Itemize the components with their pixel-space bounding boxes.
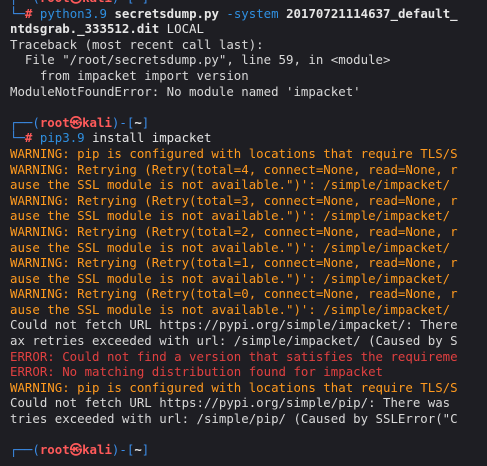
warning-line: ause the SSL module is not available.")'…: [10, 177, 458, 193]
terminal-window[interactable]: ┌──(root㉿kali)-[~] └─# python3.9 secrets…: [0, 0, 487, 466]
command-line: └─# python3.9 secretsdump.py -system 201…: [10, 5, 458, 21]
command-name: python3.9: [39, 5, 107, 21]
error-line: ERROR: Could not find a version that sat…: [10, 348, 458, 364]
warning-line: WARNING: Retrying (Retry(total=0, connec…: [10, 286, 458, 302]
warning-line: WARNING: Retrying (Retry(total=1, connec…: [10, 255, 458, 271]
output-line: tries exceeded with url: /simple/pip/ (C…: [10, 411, 458, 427]
error-line: ERROR: No matching distribution found fo…: [10, 364, 383, 380]
command-output: WARNING: pip is configured with location…: [10, 146, 487, 427]
warning-line: ause the SSL module is not available.")'…: [10, 270, 458, 286]
output-line: ModuleNotFoundError: No module named 'im…: [10, 83, 361, 99]
warning-line: WARNING: pip is configured with location…: [10, 379, 458, 395]
command-line: └─# pip3.9 install impacket: [10, 130, 212, 146]
warning-line: WARNING: pip is configured with location…: [10, 145, 458, 161]
prompt-cwd: ~: [134, 0, 141, 5]
command-name: pip3.9: [39, 130, 85, 146]
warning-line: ause the SSL module is not available.")'…: [10, 208, 458, 224]
warning-line: ause the SSL module is not available.")'…: [10, 301, 458, 317]
command-continuation: ntdsgrab._333512.dit LOCAL: [10, 21, 204, 37]
output-line: ax retries exceeded with url: /simple/im…: [10, 333, 458, 349]
prompt-header: ┌──(root㉿kali)-[~]: [10, 114, 150, 130]
output-line: Traceback (most recent call last):: [10, 36, 264, 52]
output-line: Could not fetch URL https://pypi.org/sim…: [10, 317, 458, 333]
warning-line: WARNING: Retrying (Retry(total=4, connec…: [10, 161, 458, 177]
output-line: Could not fetch URL https://pypi.org/sim…: [10, 395, 458, 411]
prompt-header: ┌──(root㉿kali)-[~]: [10, 442, 150, 458]
warning-line: WARNING: Retrying (Retry(total=3, connec…: [10, 192, 458, 208]
output-line: from impacket import version: [10, 67, 249, 83]
prompt-user: root: [40, 0, 70, 5]
output-line: File "/root/secretsdump.py", line 59, in…: [10, 52, 391, 68]
prompt-host: kali: [82, 0, 112, 5]
warning-line: WARNING: Retrying (Retry(total=2, connec…: [10, 223, 458, 239]
warning-line: ause the SSL module is not available.")'…: [10, 239, 458, 255]
